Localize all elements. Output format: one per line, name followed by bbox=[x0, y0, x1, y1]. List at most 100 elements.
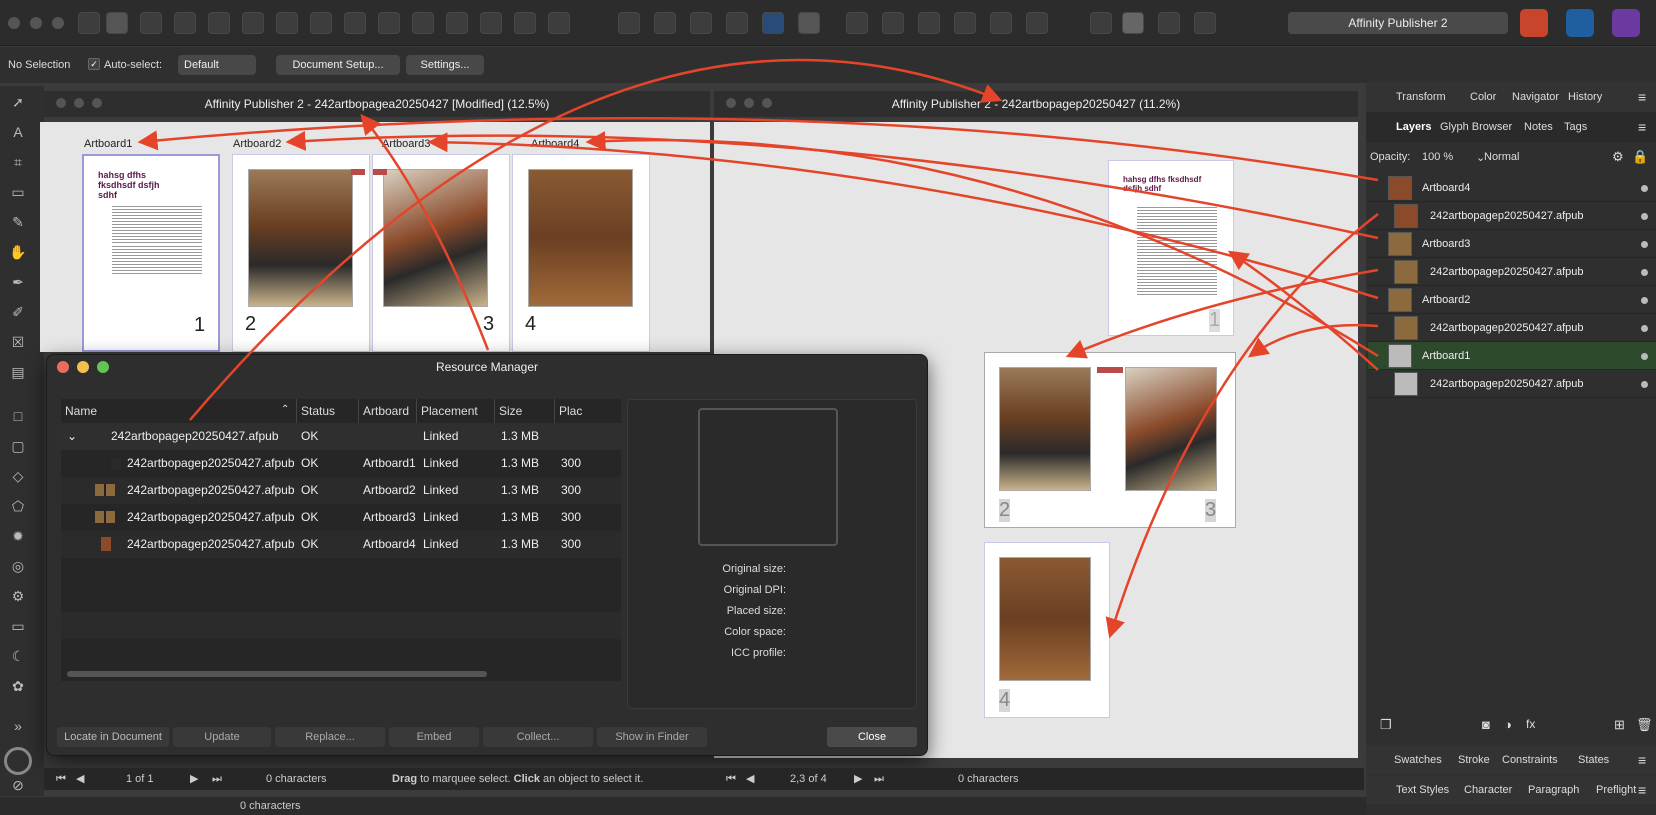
align-icon[interactable] bbox=[140, 12, 162, 34]
panel-menu-icon[interactable]: ≡ bbox=[1638, 782, 1646, 798]
expand-chevron-icon[interactable]: ⌄ bbox=[67, 423, 77, 450]
align-middle-icon[interactable] bbox=[344, 12, 366, 34]
picture-frame-icon[interactable]: ☒ bbox=[9, 333, 27, 351]
artboard4-label[interactable]: Artboard4 bbox=[531, 138, 579, 150]
right-window-zoom[interactable] bbox=[762, 98, 772, 108]
adjustment-icon[interactable]: ◑ bbox=[1504, 717, 1512, 732]
tab-swatches[interactable]: Swatches bbox=[1394, 754, 1442, 766]
align-top-icon[interactable] bbox=[310, 12, 332, 34]
horizontal-scrollbar[interactable] bbox=[67, 671, 487, 677]
cloud-tool-icon[interactable]: ✿ bbox=[9, 677, 27, 695]
panel-menu-icon[interactable]: ≡ bbox=[1638, 119, 1646, 135]
ruler-tool-icon[interactable]: ▭ bbox=[9, 183, 27, 201]
last-page-icon[interactable]: ⏭ bbox=[874, 768, 884, 790]
table-row[interactable]: 242artbopagep20250427.afpub OK Artboard1… bbox=[61, 450, 621, 477]
artboard4-page[interactable]: 4 bbox=[512, 154, 650, 352]
table-row[interactable]: 242artbopagep20250427.afpub OK Artboard2… bbox=[61, 477, 621, 504]
text-frame-icon[interactable] bbox=[762, 12, 784, 34]
col-artboard[interactable]: Artboard bbox=[359, 399, 417, 423]
no-fill-icon[interactable]: ⊘ bbox=[9, 776, 27, 794]
stop-icon[interactable] bbox=[1194, 12, 1216, 34]
document-setup-button[interactable]: Document Setup... bbox=[276, 55, 400, 75]
page-indicator[interactable]: 2,3 of 4 bbox=[790, 768, 827, 790]
table-tool-icon[interactable]: ▤ bbox=[9, 363, 27, 381]
pen-tool-icon[interactable]: ✒ bbox=[9, 273, 27, 291]
round-icon[interactable] bbox=[1158, 12, 1180, 34]
snapping-magnet-icon[interactable] bbox=[798, 12, 820, 34]
move-tool-icon[interactable]: ➚ bbox=[9, 93, 27, 111]
artboard3-page[interactable]: 3 bbox=[372, 154, 510, 352]
tab-navigator[interactable]: Navigator bbox=[1512, 91, 1559, 103]
layer-afpub[interactable]: 242artbopagep20250427.afpub bbox=[1368, 202, 1656, 230]
window-zoom-button[interactable] bbox=[52, 17, 64, 29]
first-page-icon[interactable]: ⏮ bbox=[726, 768, 736, 790]
mask-icon[interactable]: ◙ bbox=[1482, 717, 1490, 732]
lock-icon[interactable]: 🔒 bbox=[1632, 149, 1648, 165]
tab-constraints[interactable]: Constraints bbox=[1502, 754, 1558, 766]
gear-tool-icon[interactable]: ⚙ bbox=[9, 587, 27, 605]
tab-states[interactable]: States bbox=[1578, 754, 1609, 766]
settings-button[interactable]: Settings... bbox=[406, 55, 484, 75]
col-placement[interactable]: Placement bbox=[417, 399, 495, 423]
settings-gear-icon[interactable] bbox=[106, 12, 128, 34]
link-icon[interactable] bbox=[954, 12, 976, 34]
boolean-subtract-icon[interactable] bbox=[654, 12, 676, 34]
crescent-tool-icon[interactable]: ☾ bbox=[9, 647, 27, 665]
artboard2-page[interactable]: 2 bbox=[232, 154, 370, 352]
spread-page-4[interactable]: 4 bbox=[984, 542, 1110, 718]
artboard1-page[interactable]: hahsg dfhs fksdhsdf dsfjh sdhf 1 bbox=[82, 154, 220, 352]
trash-icon[interactable]: 🗑 bbox=[1636, 717, 1653, 733]
pencil-tool-icon[interactable]: ✐ bbox=[9, 303, 27, 321]
fx-icon[interactable]: fx bbox=[1526, 717, 1535, 731]
publisher-app-icon[interactable] bbox=[1520, 9, 1548, 37]
visibility-dot[interactable] bbox=[1641, 269, 1648, 276]
next-page-icon[interactable]: ▶ bbox=[854, 768, 862, 790]
persona-icon[interactable] bbox=[78, 12, 100, 34]
autoselect-checkbox[interactable]: ✓ bbox=[88, 58, 100, 70]
tab-glyph-browser[interactable]: Glyph Browser bbox=[1440, 121, 1512, 133]
arrange-front-icon[interactable] bbox=[412, 12, 434, 34]
visibility-dot[interactable] bbox=[1641, 297, 1648, 304]
left-window-zoom[interactable] bbox=[92, 98, 102, 108]
right-window-min[interactable] bbox=[744, 98, 754, 108]
locate-in-document-button[interactable]: Locate in Document bbox=[57, 727, 169, 747]
layer-afpub[interactable]: 242artbopagep20250427.afpub bbox=[1368, 370, 1656, 398]
callout-tool-icon[interactable]: ▭ bbox=[9, 617, 27, 635]
tab-layers[interactable]: Layers bbox=[1396, 121, 1431, 133]
align-bottom-icon[interactable] bbox=[378, 12, 400, 34]
visibility-dot[interactable] bbox=[1641, 325, 1648, 332]
preview-eye-icon[interactable] bbox=[726, 12, 748, 34]
embed-button[interactable]: Embed bbox=[389, 727, 479, 747]
rounded-rect-tool-icon[interactable]: ▢ bbox=[9, 437, 27, 455]
artistic-text-tool-icon[interactable]: A bbox=[9, 123, 27, 141]
tab-character[interactable]: Character bbox=[1464, 784, 1512, 796]
flip-icon[interactable] bbox=[174, 12, 196, 34]
gear-icon[interactable]: ⚙ bbox=[1612, 149, 1624, 165]
pie-icon[interactable] bbox=[690, 12, 712, 34]
page-indicator[interactable]: 1 of 1 bbox=[126, 768, 154, 790]
prev-page-icon[interactable]: ◀ bbox=[76, 768, 84, 790]
diamond-tool-icon[interactable]: ◇ bbox=[9, 467, 27, 485]
crop-tool-icon[interactable]: ⌗ bbox=[9, 153, 27, 171]
opacity-value[interactable]: 100 % bbox=[1422, 151, 1453, 163]
designer-app-icon[interactable] bbox=[1566, 9, 1594, 37]
layers-stack-icon[interactable]: ❐ bbox=[1380, 717, 1392, 733]
col-placed[interactable]: Plac bbox=[555, 399, 621, 423]
fx-icon[interactable] bbox=[1026, 12, 1048, 34]
tab-text-styles[interactable]: Text Styles bbox=[1396, 784, 1449, 796]
insert-icon[interactable] bbox=[548, 12, 570, 34]
photo-app-icon[interactable] bbox=[1612, 9, 1640, 37]
visibility-dot[interactable] bbox=[1641, 353, 1648, 360]
tab-transform[interactable]: Transform bbox=[1396, 91, 1446, 103]
tab-paragraph[interactable]: Paragraph bbox=[1528, 784, 1579, 796]
tab-color[interactable]: Color bbox=[1470, 91, 1496, 103]
layer-artboard2[interactable]: Artboard2 bbox=[1368, 286, 1656, 314]
window-minimize-button[interactable] bbox=[30, 17, 42, 29]
add-layer-icon[interactable]: ⊞ bbox=[1614, 717, 1625, 733]
next-page-icon[interactable]: ▶ bbox=[190, 768, 198, 790]
replace-button[interactable]: Replace... bbox=[275, 727, 385, 747]
window-close-button[interactable] bbox=[8, 17, 20, 29]
left-window-min[interactable] bbox=[74, 98, 84, 108]
tab-preflight[interactable]: Preflight bbox=[1596, 784, 1636, 796]
page-icon[interactable] bbox=[1122, 12, 1144, 34]
